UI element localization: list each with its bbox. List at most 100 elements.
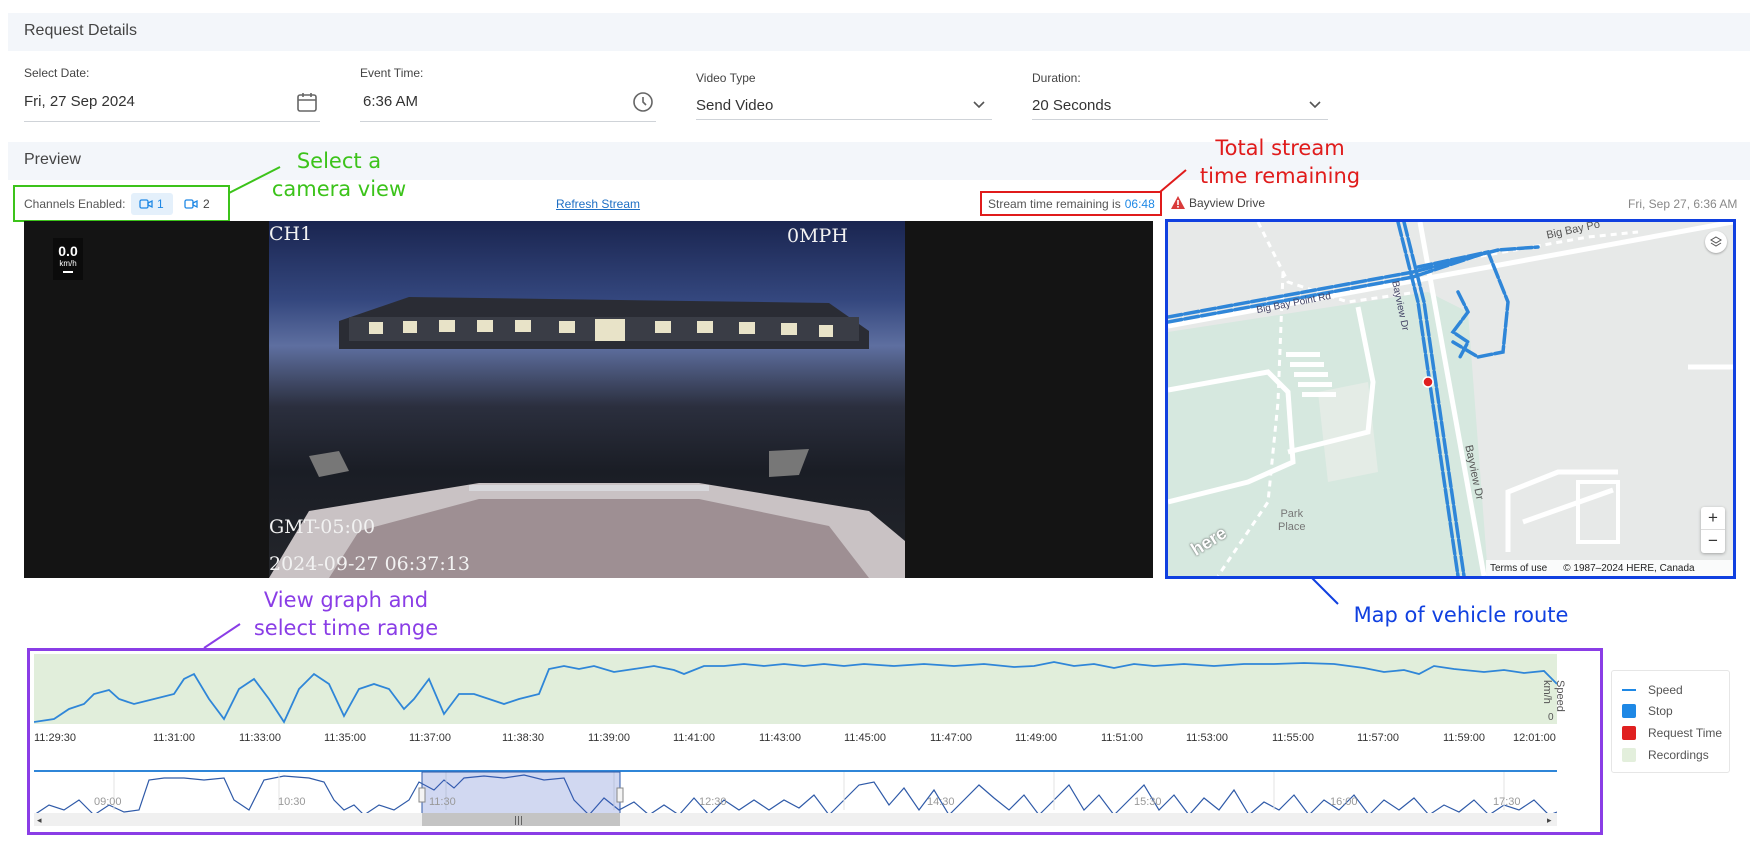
x-tick: 11:41:00 — [673, 732, 716, 744]
x-tick: 11:53:00 — [1186, 732, 1229, 744]
channels-label: Channels Enabled: — [24, 197, 126, 211]
map-footer: Terms of use © 1987–2024 HERE, Canada — [1486, 560, 1733, 576]
legend-recordings[interactable]: Recordings — [1622, 748, 1709, 762]
camera-frame: CH1 0MPH GMT-05:00 2024-09-27 06:37:13 — [269, 221, 905, 578]
calendar-icon[interactable] — [296, 91, 318, 113]
zoom-controls: + − — [1701, 507, 1725, 553]
chevron-down-icon[interactable] — [972, 100, 986, 110]
svg-text:◂: ◂ — [37, 816, 42, 826]
channel-2-label: 2 — [203, 197, 210, 211]
speed-badge: 0.0 km/h — [53, 238, 83, 280]
layers-icon — [1710, 236, 1722, 247]
overview-tick: 15:30 — [1134, 796, 1162, 808]
legend-recordings-label: Recordings — [1648, 748, 1709, 762]
legend-stop[interactable]: Stop — [1622, 704, 1673, 718]
request-details-header — [8, 13, 1750, 51]
overview-tick: 12:30 — [699, 796, 727, 808]
route-map[interactable]: Big Bay Po Big Bay Point Rd Bayview Dr B… — [1165, 219, 1736, 579]
zoom-in-button[interactable]: + — [1701, 507, 1725, 530]
annotation-camera-pointer — [228, 166, 281, 194]
stream-remaining-time: 06:48 — [1124, 196, 1155, 211]
time-underline — [360, 121, 656, 122]
speed-bar — [63, 271, 73, 273]
location-label: Bayview Drive — [1189, 196, 1266, 210]
x-tick: 11:45:00 — [844, 732, 887, 744]
channel-1-button[interactable]: 1 — [131, 193, 173, 215]
map-copyright: © 1987–2024 HERE, Canada — [1563, 562, 1695, 574]
legend-stop-label: Stop — [1648, 704, 1673, 718]
video-type-label: Video Type — [696, 71, 756, 85]
warning-icon — [1171, 196, 1185, 209]
overview-tick: 14:30 — [927, 796, 955, 808]
legend-request-time[interactable]: Request Time — [1622, 726, 1722, 740]
duration-underline — [1032, 119, 1328, 120]
x-tick: 11:49:00 — [1015, 732, 1058, 744]
speed-unit: km/h — [59, 259, 77, 268]
annotation-stream-time: Total stream time remaining — [1199, 136, 1361, 188]
x-tick: 11:38:30 — [502, 732, 545, 744]
x-tick: 11:31:00 — [153, 732, 196, 744]
overview-tick: 10:30 — [278, 796, 306, 808]
video-camera-icon — [184, 199, 198, 209]
channel-2-button[interactable]: 2 — [178, 193, 220, 215]
channel-overlay: CH1 — [269, 223, 313, 245]
overview-tick: 16:00 — [1330, 796, 1358, 808]
legend-request-swatch — [1622, 726, 1636, 740]
preview-title: Preview — [24, 151, 81, 168]
x-tick: 11:39:00 — [588, 732, 631, 744]
timezone-overlay: GMT-05:00 — [269, 516, 376, 538]
zoom-out-button[interactable]: − — [1701, 530, 1725, 553]
x-tick: 11:47:00 — [930, 732, 973, 744]
legend-recordings-swatch — [1622, 748, 1636, 762]
x-tick: 11:37:00 — [409, 732, 452, 744]
annotation-camera-view: Select a camera view — [271, 149, 407, 201]
speed-axis-zero: 0 — [1548, 712, 1554, 723]
annotation-stream-pointer — [1159, 169, 1187, 193]
map-canvas — [1168, 222, 1733, 576]
clock-icon[interactable] — [632, 91, 654, 113]
speed-axis-title: Speed km/h — [1541, 680, 1566, 712]
time-label: Event Time: — [360, 66, 424, 80]
speed-value: 0.0 — [58, 243, 78, 259]
x-tick: 11:43:00 — [759, 732, 802, 744]
video-type-select[interactable]: Send Video — [696, 97, 773, 114]
duration-label: Duration: — [1032, 71, 1081, 85]
x-tick: 11:51:00 — [1101, 732, 1144, 744]
map-label-park-place: Park Place — [1278, 508, 1306, 533]
legend-speed-swatch — [1622, 689, 1636, 691]
x-axis-ticks: 11:29:30 11:31:00 11:33:00 11:35:00 11:3… — [34, 732, 1569, 748]
x-tick: 11:29:30 — [34, 732, 77, 744]
overview-tick: 11:30 — [429, 796, 456, 808]
navigator-speed-line — [33, 774, 1558, 816]
legend-speed-label: Speed — [1648, 683, 1683, 697]
svg-text:|||: ||| — [514, 816, 523, 826]
x-tick: 11:57:00 — [1357, 732, 1400, 744]
x-tick: 12:01:00 — [1513, 732, 1556, 744]
date-underline — [24, 121, 320, 122]
video-player[interactable]: 0.0 km/h CH1 0MPH GMT-05:00 2024-09-27 0… — [24, 221, 1153, 578]
overview-tick: 17:30 — [1493, 796, 1521, 808]
legend-stop-swatch — [1622, 704, 1636, 718]
refresh-stream-link[interactable]: Refresh Stream — [556, 197, 640, 211]
timestamp-overlay: 2024-09-27 06:37:13 — [269, 553, 470, 575]
speed-chart[interactable] — [33, 654, 1558, 724]
overview-tick: 09:00 — [94, 796, 122, 808]
date-field[interactable]: Fri, 27 Sep 2024 — [24, 93, 135, 110]
legend-request-label: Request Time — [1648, 726, 1723, 740]
x-tick: 11:59:00 — [1443, 732, 1486, 744]
speed-chart-svg — [33, 654, 1558, 724]
terms-of-use-link[interactable]: Terms of use — [1490, 563, 1547, 574]
chevron-down-icon[interactable] — [1308, 100, 1322, 110]
request-details-title: Request Details — [24, 22, 137, 39]
stream-remaining-box: Stream time remaining is 06:48 — [980, 191, 1162, 216]
x-tick: 11:55:00 — [1272, 732, 1315, 744]
legend-speed[interactable]: Speed — [1622, 683, 1683, 697]
mph-overlay: 0MPH — [787, 225, 848, 247]
time-range-navigator[interactable]: ||| ◂ ▸ 09:00 10:30 11:30 12:30 14:30 15… — [33, 770, 1558, 827]
annotation-graph-pointer — [203, 623, 241, 649]
x-tick: 11:33:00 — [239, 732, 282, 744]
duration-select[interactable]: 20 Seconds — [1032, 97, 1111, 114]
map-layers-button[interactable] — [1705, 231, 1727, 253]
navigator-svg: ||| ◂ ▸ — [33, 770, 1558, 827]
time-field[interactable]: 6:36 AM — [363, 93, 418, 110]
